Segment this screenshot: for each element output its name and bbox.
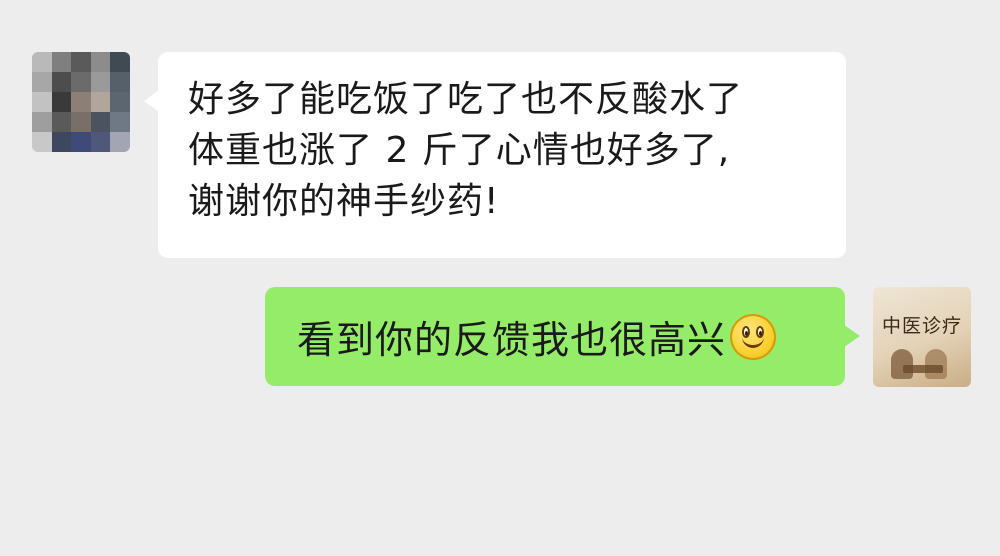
chat-window: 好多了能吃饭了吃了也不反酸水了 体重也涨了 2 斤了心情也好多了, 谢谢你的神手… xyxy=(0,0,1000,556)
outgoing-message-bubble[interactable]: 看到你的反馈我也很高兴 xyxy=(265,287,860,386)
smiley-icon xyxy=(730,313,777,360)
message-text-line: 体重也涨了 2 斤了心情也好多了, xyxy=(188,130,731,171)
avatar-logo-text: 中医诊疗 xyxy=(881,315,962,337)
message-text-line: 好多了能吃饭了吃了也不反酸水了 xyxy=(188,79,744,120)
user-avatar[interactable]: 中医诊疗 xyxy=(873,287,971,387)
message-text-line: 谢谢你的神手纱药! xyxy=(188,181,500,222)
avatar-figure xyxy=(925,349,947,379)
incoming-message-bubble[interactable]: 好多了能吃饭了吃了也不反酸水了 体重也涨了 2 斤了心情也好多了, 谢谢你的神手… xyxy=(144,52,846,258)
avatar-table xyxy=(903,365,943,373)
message-text: 看到你的反馈我也很高兴 xyxy=(297,318,727,362)
avatar-figure xyxy=(891,349,913,379)
contact-avatar[interactable] xyxy=(32,52,130,152)
